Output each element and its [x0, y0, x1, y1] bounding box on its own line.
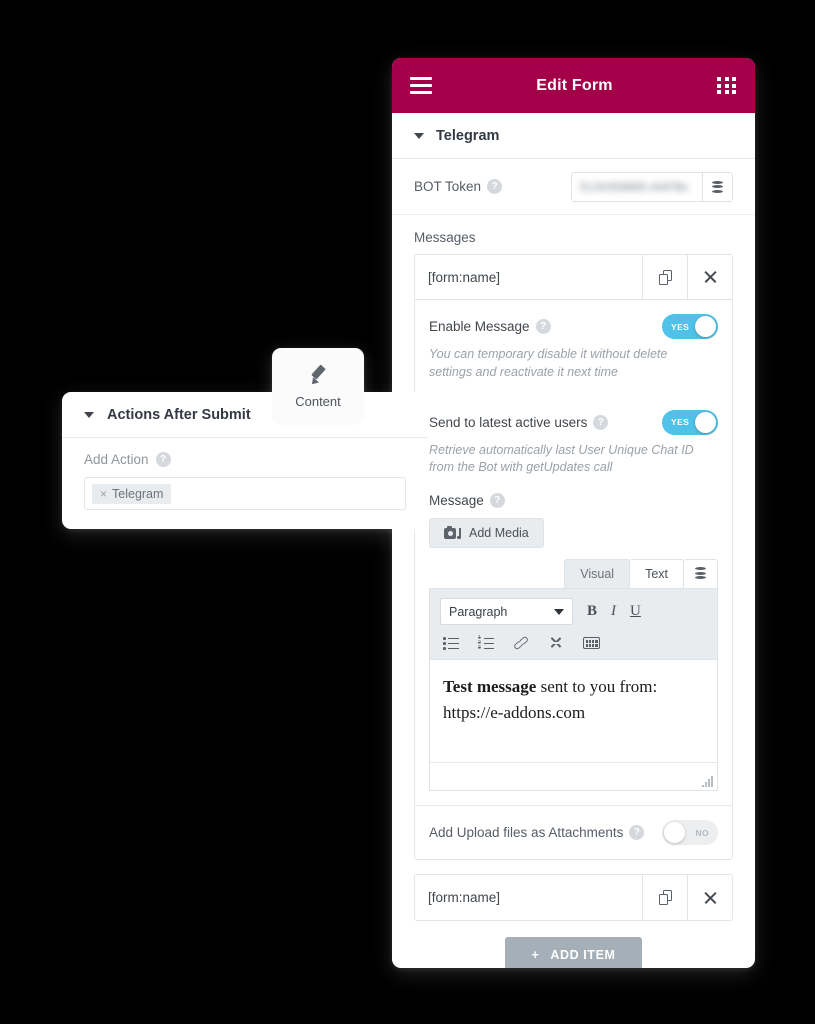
- pencil-icon: [308, 364, 329, 387]
- toggle-knob: [695, 411, 716, 433]
- help-icon[interactable]: ?: [487, 179, 503, 194]
- caret-down-icon: [84, 411, 94, 418]
- enable-message-row: Enable Message ? YES: [415, 300, 732, 339]
- help-icon[interactable]: ?: [593, 414, 609, 430]
- chip-label: Telegram: [112, 486, 164, 501]
- message-item: [form:name]: [414, 874, 733, 921]
- actions-panel-header[interactable]: Actions After Submit: [62, 392, 428, 438]
- tab-text[interactable]: Text: [629, 559, 684, 588]
- hamburger-icon[interactable]: [410, 77, 432, 94]
- keyboard-shortcuts-icon[interactable]: [583, 637, 600, 649]
- add-action-label: Add Action ?: [84, 452, 406, 467]
- actions-after-submit-panel: Actions After Submit Add Action ? × Tele…: [62, 392, 428, 529]
- enable-message-label-text: Enable Message: [429, 319, 530, 334]
- attachments-label-text: Add Upload files as Attachments: [429, 825, 624, 840]
- copy-icon[interactable]: [642, 255, 687, 299]
- enable-message-label: Enable Message ?: [429, 319, 551, 334]
- caret-down-icon: [414, 132, 424, 139]
- send-latest-users-hint: Retrieve automatically last User Unique …: [429, 442, 694, 475]
- help-icon[interactable]: ?: [489, 493, 505, 508]
- enable-message-toggle[interactable]: YES: [662, 314, 718, 339]
- close-icon[interactable]: [687, 255, 732, 299]
- format-select[interactable]: Paragraph: [440, 598, 573, 625]
- edit-form-panel: Edit Form Telegram BOT Token ? 513435888…: [392, 58, 755, 968]
- editor-content[interactable]: Test message sent to you from: https://e…: [430, 660, 717, 763]
- message-item-header: [form:name]: [415, 875, 732, 920]
- link-icon[interactable]: [510, 632, 531, 653]
- help-icon[interactable]: ?: [155, 452, 171, 467]
- add-item-button[interactable]: + ADD ITEM: [505, 937, 642, 968]
- tab-visual[interactable]: Visual: [564, 559, 631, 588]
- message-item: [form:name] Enable Message ? YES You can…: [414, 254, 733, 860]
- section-title: Telegram: [436, 127, 500, 144]
- enable-message-hint: You can temporary disable it without del…: [429, 347, 668, 379]
- message-field-label-text: Message: [429, 493, 484, 508]
- editor-tabs: Visual Text: [429, 559, 718, 588]
- numbered-list-icon[interactable]: 1 2 3: [478, 636, 494, 651]
- messages-label: Messages: [414, 230, 476, 245]
- add-media-button[interactable]: Add Media: [429, 518, 544, 548]
- attachments-row: Add Upload files as Attachments ? NO: [415, 805, 732, 859]
- editor-toolbar-row-1: Paragraph B I U: [440, 598, 707, 625]
- toggle-knob: [664, 822, 685, 843]
- bulleted-list-icon[interactable]: [443, 636, 459, 650]
- format-select-value: Paragraph: [449, 604, 508, 619]
- bold-button[interactable]: B: [587, 604, 597, 619]
- screen: Edit Form Telegram BOT Token ? 513435888…: [0, 0, 815, 1024]
- panel-header: Edit Form: [392, 58, 755, 113]
- chevron-down-icon: [554, 608, 564, 615]
- toggle-state-label: NO: [695, 827, 709, 838]
- actions-panel-title: Actions After Submit: [107, 406, 251, 423]
- send-latest-users-label-text: Send to latest active users: [429, 414, 588, 430]
- help-icon[interactable]: ?: [629, 825, 645, 840]
- message-item-name[interactable]: [form:name]: [415, 255, 642, 299]
- media-icon: [444, 526, 461, 540]
- send-latest-users-label: Send to latest active users ?: [429, 414, 609, 430]
- bot-token-label-text: BOT Token: [414, 179, 482, 194]
- editor-box: Paragraph B I U 1 2 3 Test message sent …: [429, 588, 718, 791]
- add-item-bar: + ADD ITEM: [392, 921, 755, 968]
- bot-token-label: BOT Token ?: [414, 179, 503, 194]
- add-action-label-text: Add Action: [84, 452, 149, 467]
- database-icon[interactable]: [702, 172, 732, 201]
- message-field-label: Message ?: [415, 491, 732, 508]
- bot-token-value[interactable]: 5134358885-AAFBs: [572, 173, 702, 201]
- editor-toolbar-row-2: 1 2 3: [440, 636, 707, 651]
- grid-icon[interactable]: [717, 77, 737, 94]
- editor-statusbar: [430, 763, 717, 790]
- database-icon[interactable]: [683, 559, 718, 588]
- toggle-state-label: YES: [671, 321, 690, 332]
- add-media-label: Add Media: [469, 526, 529, 540]
- help-icon[interactable]: ?: [535, 319, 551, 334]
- send-latest-users-toggle[interactable]: YES: [662, 409, 718, 435]
- add-item-label: ADD ITEM: [550, 948, 616, 962]
- send-latest-users-row: Send to latest active users ? YES: [415, 396, 732, 435]
- plus-icon: +: [531, 948, 540, 962]
- fullscreen-icon[interactable]: [548, 636, 564, 650]
- tab-content[interactable]: Content: [272, 348, 364, 425]
- actions-panel-body: Add Action ? × Telegram: [62, 438, 428, 510]
- copy-icon[interactable]: [642, 875, 687, 920]
- editor-content-bold: Test message: [443, 677, 537, 696]
- telegram-section-header[interactable]: Telegram: [392, 113, 755, 159]
- chip-remove-icon[interactable]: ×: [100, 487, 107, 501]
- message-editor: Visual Text Paragraph B I U 1 2 3 Test m…: [415, 559, 732, 805]
- attachments-toggle[interactable]: NO: [662, 820, 718, 845]
- page-title: Edit Form: [536, 76, 613, 94]
- tab-content-label: Content: [295, 394, 341, 409]
- message-item-header: [form:name]: [415, 255, 732, 300]
- toggle-state-label: YES: [671, 417, 690, 427]
- close-icon[interactable]: [687, 875, 732, 920]
- toggle-knob: [695, 316, 716, 337]
- underline-button[interactable]: U: [630, 604, 641, 619]
- add-action-select[interactable]: × Telegram: [84, 477, 406, 510]
- attachments-label: Add Upload files as Attachments ?: [429, 825, 645, 840]
- message-item-name[interactable]: [form:name]: [415, 875, 642, 920]
- resize-grip-icon[interactable]: [702, 776, 713, 787]
- editor-toolbar: Paragraph B I U 1 2 3: [430, 589, 717, 660]
- bot-token-row: BOT Token ? 5134358885-AAFBs: [392, 159, 755, 215]
- bot-token-field[interactable]: 5134358885-AAFBs: [571, 171, 733, 202]
- action-chip-telegram[interactable]: × Telegram: [92, 483, 172, 504]
- italic-button[interactable]: I: [611, 604, 616, 619]
